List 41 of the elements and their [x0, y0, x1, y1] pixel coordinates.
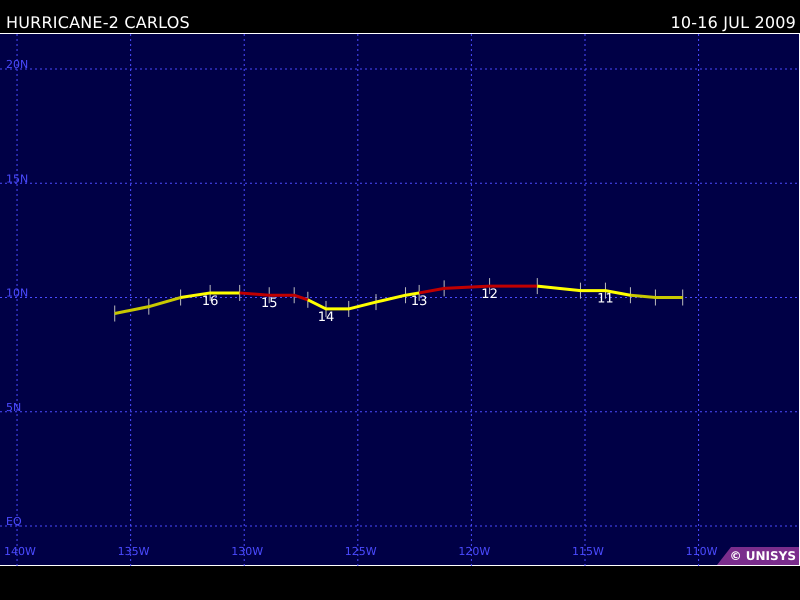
day-label: 11	[597, 292, 614, 307]
position-tick	[405, 286, 406, 304]
longitude-label: 130W	[231, 545, 264, 558]
longitude-label: 140W	[4, 545, 36, 558]
position-tick	[630, 286, 631, 304]
latitude-label: 10N	[6, 286, 28, 300]
longitude-label: 120W	[458, 545, 490, 558]
position-tick	[114, 305, 116, 322]
day-label: 12	[481, 287, 498, 302]
longitude-label: 110W	[686, 545, 718, 558]
position-tick	[536, 278, 538, 295]
position-tick	[375, 294, 376, 311]
latitude-label: 20N	[6, 58, 28, 71]
position-tick	[239, 284, 240, 302]
position-tick	[604, 282, 606, 300]
position-tick	[418, 284, 420, 302]
day-label: 13	[410, 294, 428, 309]
position-tick	[682, 289, 684, 306]
position-tick	[444, 280, 445, 297]
position-tick	[294, 286, 295, 304]
day-label: 14	[318, 310, 334, 325]
latitude-label: EQ	[6, 515, 22, 528]
storm-title: HURRICANE-2 CARLOS	[6, 14, 190, 32]
position-tick	[580, 282, 581, 300]
credit-badge: © UNISYS	[717, 547, 799, 565]
date-range: 10-16 JUL 2009	[670, 14, 796, 32]
day-label: 16	[202, 294, 218, 309]
position-tick	[489, 278, 490, 295]
position-tick	[180, 289, 182, 306]
longitude-label: 125W	[344, 545, 377, 558]
position-tick	[148, 298, 150, 316]
position-tick	[268, 286, 270, 304]
position-tick	[348, 300, 350, 318]
position-tick	[307, 291, 308, 308]
longitude-label: 115W	[572, 545, 604, 558]
day-label: 15	[260, 296, 278, 312]
latitude-label: 5N	[6, 400, 22, 414]
position-tick	[210, 284, 211, 302]
position-tick	[654, 289, 656, 306]
latitude-label: 15N	[6, 172, 28, 186]
longitude-label: 135W	[118, 545, 150, 558]
